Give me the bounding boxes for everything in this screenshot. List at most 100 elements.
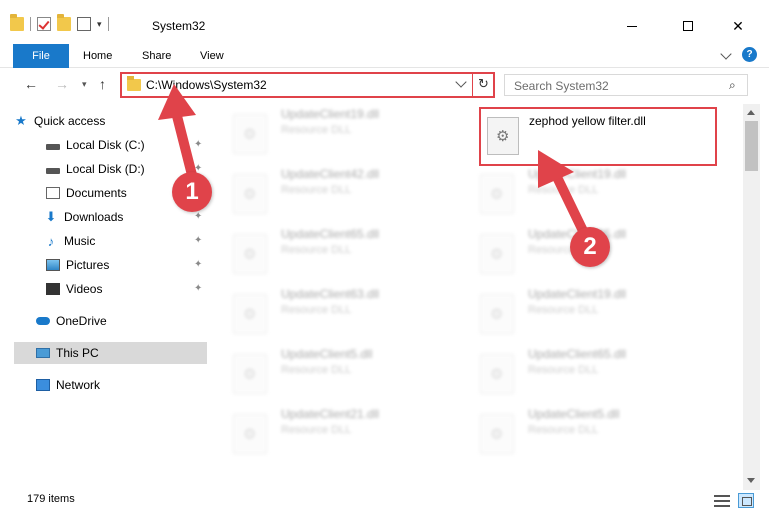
maximize-button[interactable]	[665, 14, 711, 38]
sidebar-item-pictures[interactable]: Pictures ✦	[14, 254, 207, 276]
music-icon: ♪	[47, 233, 55, 249]
file-tile[interactable]: UpdateClient19.dll Resource DLL	[462, 284, 697, 336]
pin-icon[interactable]: ✦	[194, 235, 202, 246]
tab-home[interactable]: Home	[83, 44, 112, 68]
sidebar-item-label: Local Disk (D:)	[66, 162, 145, 176]
file-tile[interactable]: UpdateClient42.dll Resource DLL	[215, 164, 450, 216]
address-dropdown-icon[interactable]	[455, 76, 467, 88]
search-icon: ⌕	[729, 78, 736, 92]
scroll-thumb[interactable]	[745, 121, 758, 171]
disk-icon	[46, 168, 60, 174]
sidebar-item-label: Downloads	[64, 210, 124, 224]
tab-share[interactable]: Share	[142, 44, 171, 68]
dll-file-icon	[480, 354, 514, 394]
sidebar-item-quick-access[interactable]: ★ Quick access	[14, 110, 207, 132]
minimize-button[interactable]	[609, 14, 655, 38]
this-pc-icon	[36, 348, 50, 358]
address-path[interactable]: C:\Windows\System32	[146, 78, 267, 92]
close-icon: ✕	[732, 17, 744, 34]
onedrive-icon	[36, 317, 50, 325]
sidebar-item-label: Network	[56, 378, 101, 392]
file-type: Resource DLL	[281, 304, 352, 316]
file-name: UpdateClient19.dll	[281, 107, 380, 121]
expand-ribbon-chevron-icon[interactable]	[720, 48, 732, 60]
back-button[interactable]: ←	[24, 76, 38, 92]
dll-file-icon	[480, 414, 514, 454]
sidebar-item-network[interactable]: Network	[14, 374, 207, 396]
minimize-icon	[627, 25, 637, 27]
file-type: Resource DLL	[528, 424, 599, 436]
file-name: UpdateClient65.dll	[528, 347, 627, 361]
scroll-up-icon[interactable]	[747, 110, 755, 115]
search-box[interactable]: Search System32 ⌕	[504, 74, 748, 96]
file-type: Resource DLL	[281, 364, 352, 376]
sidebar-item-local-disk-c[interactable]: Local Disk (C:) ✦	[14, 134, 207, 156]
file-tile[interactable]: UpdateClient5.dll Resource DLL	[215, 344, 450, 396]
file-tile[interactable]: UpdateClient65.dll Resource DLL	[462, 344, 697, 396]
sidebar-item-label: Documents	[66, 186, 127, 200]
file-name: UpdateClient42.dll	[281, 167, 380, 181]
sidebar-item-label: Videos	[66, 282, 103, 296]
item-count: 179 items	[27, 493, 75, 505]
dll-file-icon	[233, 294, 267, 334]
close-button[interactable]: ✕	[715, 14, 761, 38]
new-folder-icon[interactable]	[57, 14, 71, 31]
star-icon: ★	[15, 113, 27, 128]
up-button[interactable]: ↑	[99, 76, 106, 92]
window-title: System32	[152, 19, 206, 33]
large-icons-view-icon[interactable]	[738, 493, 754, 508]
sidebar-item-downloads[interactable]: ⬇ Downloads ✦	[14, 206, 207, 228]
dll-file-icon	[487, 117, 519, 155]
sidebar-item-music[interactable]: ♪ Music ✦	[14, 230, 207, 252]
file-tile[interactable]: UpdateClient63.dll Resource DLL	[215, 284, 450, 336]
vertical-scrollbar[interactable]	[743, 104, 760, 490]
file-tile[interactable]: UpdateClient19.dll Resource DLL	[215, 104, 450, 156]
sidebar-item-label: Music	[64, 234, 96, 248]
title-bar: ▾ System32 ✕	[0, 0, 769, 42]
file-name: UpdateClient5.dll	[281, 347, 373, 361]
highlighted-file-tile[interactable]: zephod yellow filter.dll	[479, 107, 717, 166]
file-type: Resource DLL	[281, 424, 352, 436]
properties-check-icon[interactable]	[37, 17, 51, 31]
file-type: Resource DLL	[281, 184, 352, 196]
tab-file[interactable]: File	[13, 44, 69, 68]
customize-icon[interactable]	[77, 17, 91, 31]
pin-icon[interactable]: ✦	[194, 139, 202, 150]
sidebar-item-videos[interactable]: Videos ✦	[14, 278, 207, 300]
step-1-badge: 1	[172, 172, 212, 212]
sidebar-item-label: This PC	[56, 346, 99, 360]
recent-locations-dropdown[interactable]: ▾	[82, 79, 87, 90]
pin-icon[interactable]: ✦	[194, 259, 202, 270]
search-input[interactable]: Search System32	[514, 79, 609, 93]
scroll-down-icon[interactable]	[747, 478, 755, 483]
address-bar[interactable]: C:\Windows\System32 ↻	[120, 72, 495, 98]
file-type: Resource DLL	[281, 124, 352, 136]
toolbar-dropdown-icon[interactable]: ▾	[97, 19, 102, 30]
refresh-button[interactable]: ↻	[472, 72, 494, 98]
navigation-bar: ← → ▾ ↑ C:\Windows\System32 ↻ Search Sys…	[0, 68, 769, 102]
quick-access-toolbar: ▾	[10, 14, 109, 31]
file-tile[interactable]: UpdateClient65.dll Resource DLL	[215, 224, 450, 276]
downloads-icon: ⬇	[45, 209, 57, 224]
disk-icon	[46, 144, 60, 150]
file-tile[interactable]: UpdateClient5.dll Resource DLL	[462, 404, 697, 456]
file-tile[interactable]: UpdateClient21.dll Resource DLL	[215, 404, 450, 456]
network-icon	[36, 379, 50, 391]
file-type: Resource DLL	[281, 244, 352, 256]
forward-button[interactable]: →	[55, 76, 69, 92]
dll-file-icon	[233, 114, 267, 154]
file-type: Resource DLL	[528, 364, 599, 376]
pin-icon[interactable]: ✦	[194, 211, 202, 222]
pin-icon[interactable]: ✦	[194, 283, 202, 294]
sidebar-item-this-pc[interactable]: This PC	[14, 342, 207, 364]
details-view-icon[interactable]	[714, 495, 730, 507]
file-tile[interactable]: UpdateClient19.dll Resource DLL	[462, 164, 697, 216]
sidebar-item-onedrive[interactable]: OneDrive	[14, 310, 207, 332]
help-icon[interactable]: ?	[742, 47, 757, 62]
dll-file-icon	[233, 174, 267, 214]
file-name: UpdateClient63.dll	[281, 287, 380, 301]
toolbar-separator	[30, 17, 31, 31]
maximize-icon	[683, 21, 693, 31]
tab-view[interactable]: View	[200, 44, 224, 68]
dll-file-icon	[480, 174, 514, 214]
